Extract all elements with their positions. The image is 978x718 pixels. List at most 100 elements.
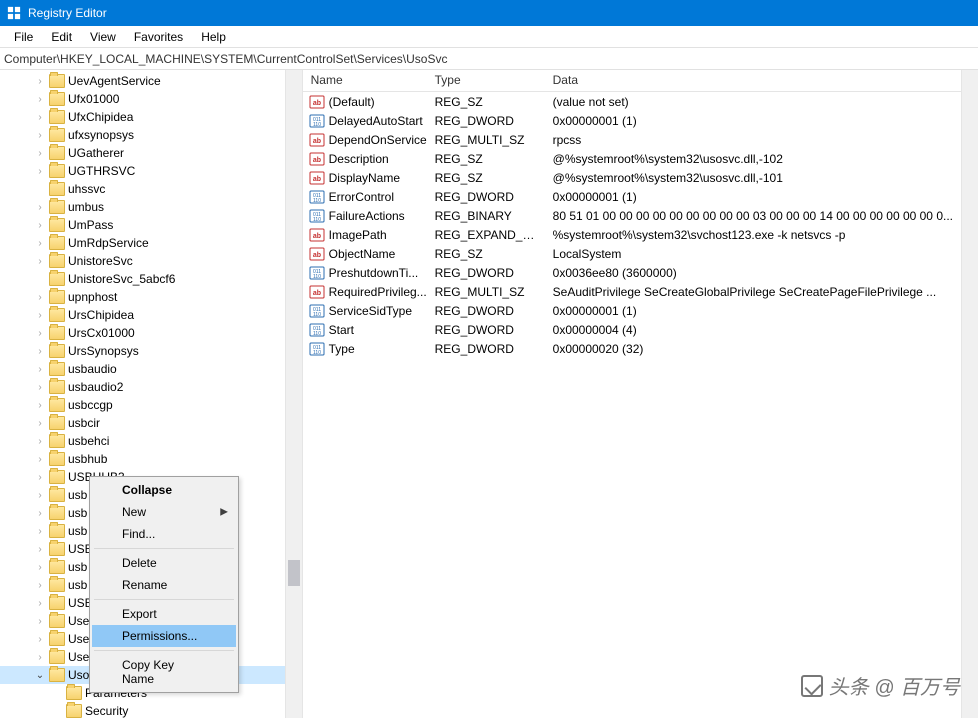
value-row[interactable]: abRequiredPrivileg...REG_MULTI_SZSeAudit… [303,282,961,301]
column-type[interactable]: Type [427,70,545,91]
expand-arrow-icon[interactable]: › [34,526,46,537]
expand-arrow-icon[interactable]: › [34,220,46,231]
expand-arrow-icon[interactable]: › [34,580,46,591]
menu-view[interactable]: View [82,28,124,46]
expand-arrow-icon[interactable]: › [34,364,46,375]
context-new[interactable]: New▶ [92,501,236,523]
tree-item[interactable]: ›UfxChipidea [0,108,302,126]
expand-arrow-icon[interactable]: › [34,490,46,501]
expand-arrow-icon[interactable]: › [34,400,46,411]
expand-arrow-icon[interactable]: › [34,436,46,447]
tree-item[interactable]: ›UmPass [0,216,302,234]
tree-item[interactable]: ›Ufx01000 [0,90,302,108]
value-row[interactable]: abImagePathREG_EXPAND_SZ%systemroot%\sys… [303,225,961,244]
list-header: Name Type Data [303,70,961,92]
value-row[interactable]: 011110ServiceSidTypeREG_DWORD0x00000001 … [303,301,961,320]
expand-arrow-open-icon[interactable]: ⌄ [34,670,46,681]
tree-item[interactable]: UnistoreSvc_5abcf6 [0,270,302,288]
expand-arrow-icon[interactable]: › [34,238,46,249]
menu-edit[interactable]: Edit [43,28,80,46]
expand-arrow-icon[interactable]: › [34,328,46,339]
value-data: (value not set) [545,95,961,109]
expand-arrow-icon[interactable]: › [34,598,46,609]
expand-arrow-icon[interactable]: › [34,292,46,303]
expand-arrow-icon[interactable]: › [34,256,46,267]
expand-arrow-icon[interactable]: › [34,148,46,159]
expand-arrow-icon[interactable]: › [34,634,46,645]
expand-arrow-icon[interactable]: › [34,166,46,177]
expand-arrow-icon[interactable]: › [34,472,46,483]
value-type: REG_SZ [427,247,545,261]
column-name[interactable]: Name [303,70,427,91]
tree-label: usb [68,524,87,538]
menu-file[interactable]: File [6,28,41,46]
value-row[interactable]: abDescriptionREG_SZ@%systemroot%\system3… [303,149,961,168]
tree-item[interactable]: ›upnphost [0,288,302,306]
svg-text:110: 110 [313,331,321,337]
tree-item[interactable]: ›UmRdpService [0,234,302,252]
expand-arrow-icon[interactable]: › [34,382,46,393]
value-row[interactable]: 011110DelayedAutoStartREG_DWORD0x0000000… [303,111,961,130]
tree-item[interactable]: ›UevAgentService [0,72,302,90]
menu-favorites[interactable]: Favorites [126,28,191,46]
context-export[interactable]: Export [92,603,236,625]
tree-label: usbaudio [68,362,117,376]
tree-item[interactable]: uhssvc [0,180,302,198]
list-scrollbar[interactable] [961,70,978,718]
menu-help[interactable]: Help [193,28,234,46]
expand-arrow-icon[interactable]: › [34,112,46,123]
tree-item[interactable]: ›umbus [0,198,302,216]
value-row[interactable]: 011110StartREG_DWORD0x00000004 (4) [303,320,961,339]
tree-scrollbar[interactable] [285,70,302,718]
expand-arrow-icon[interactable]: › [34,202,46,213]
tree-item[interactable]: ›UrsChipidea [0,306,302,324]
expand-arrow-icon[interactable]: › [34,562,46,573]
context-collapse[interactable]: Collapse [92,479,236,501]
expand-arrow-icon[interactable]: › [34,418,46,429]
tree-item[interactable]: ›UnistoreSvc [0,252,302,270]
folder-icon [49,182,65,196]
folder-icon [49,344,65,358]
context-delete[interactable]: Delete [92,552,236,574]
value-row[interactable]: 011110FailureActionsREG_BINARY80 51 01 0… [303,206,961,225]
context-find[interactable]: Find... [92,523,236,545]
value-row[interactable]: 011110PreshutdownTi...REG_DWORD0x0036ee8… [303,263,961,282]
expand-arrow-icon[interactable]: › [34,310,46,321]
expand-arrow-icon[interactable]: › [34,652,46,663]
tree-item[interactable]: ›usbehci [0,432,302,450]
list-pane: Name Type Data ab(Default)REG_SZ(value n… [303,70,978,718]
expand-arrow-icon[interactable]: › [34,130,46,141]
tree-item[interactable]: Security [0,702,302,718]
expand-arrow-icon[interactable]: › [34,76,46,87]
tree-item[interactable]: ›UrsSynopsys [0,342,302,360]
expand-arrow-icon[interactable]: › [34,508,46,519]
value-row[interactable]: 011110TypeREG_DWORD0x00000020 (32) [303,339,961,358]
value-row[interactable]: abObjectNameREG_SZLocalSystem [303,244,961,263]
value-row[interactable]: abDisplayNameREG_SZ@%systemroot%\system3… [303,168,961,187]
tree-label: uhssvc [68,182,105,196]
context-permissions[interactable]: Permissions... [92,625,236,647]
expand-arrow-icon[interactable]: › [34,616,46,627]
tree-item[interactable]: › usbaudio [0,360,302,378]
context-separator [94,548,234,549]
value-row[interactable]: abDependOnServiceREG_MULTI_SZrpcss [303,130,961,149]
tree-item[interactable]: ›usbhub [0,450,302,468]
expand-arrow-icon[interactable]: › [34,346,46,357]
tree-item[interactable]: ›usbcir [0,414,302,432]
tree-item[interactable]: ›usbaudio2 [0,378,302,396]
context-copy-key-name[interactable]: Copy Key Name [92,654,236,690]
expand-arrow-icon[interactable]: › [34,94,46,105]
tree-item[interactable]: ›UGatherer [0,144,302,162]
tree-scroll-thumb[interactable] [288,560,300,586]
expand-arrow-icon[interactable]: › [34,454,46,465]
expand-arrow-icon[interactable]: › [34,544,46,555]
tree-item[interactable]: ›UrsCx01000 [0,324,302,342]
context-rename[interactable]: Rename [92,574,236,596]
column-data[interactable]: Data [545,70,961,91]
address-bar[interactable]: Computer\HKEY_LOCAL_MACHINE\SYSTEM\Curre… [0,48,978,70]
tree-item[interactable]: ›UGTHRSVC [0,162,302,180]
value-row[interactable]: 011110ErrorControlREG_DWORD0x00000001 (1… [303,187,961,206]
value-row[interactable]: ab(Default)REG_SZ(value not set) [303,92,961,111]
tree-item[interactable]: ›ufxsynopsys [0,126,302,144]
tree-item[interactable]: ›usbccgp [0,396,302,414]
